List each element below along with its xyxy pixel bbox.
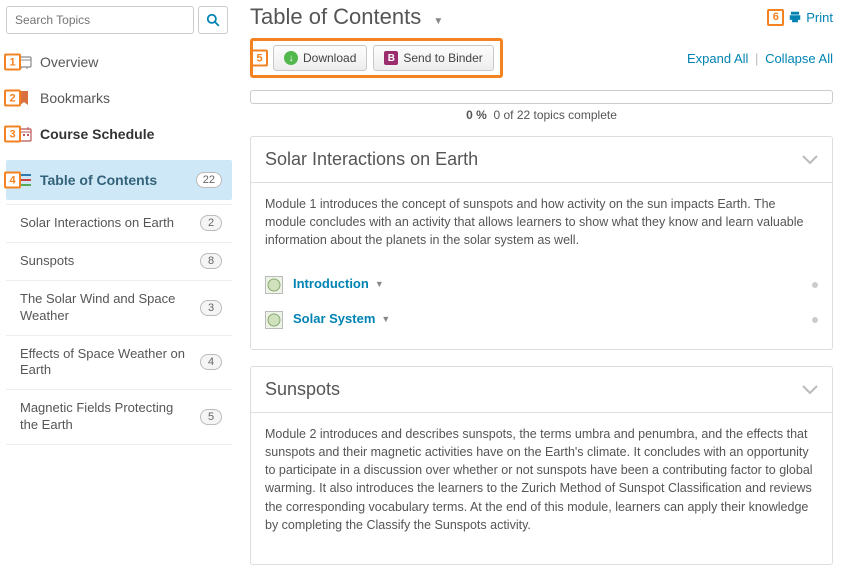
topic-row[interactable]: Introduction ▼	[265, 267, 818, 302]
callout-4: 4	[4, 172, 21, 189]
toc-list: Solar Interactions on Earth2 Sunspots8 T…	[6, 204, 232, 445]
main-content: Table of Contents ▼ 6 Print 5 ↓ Download	[232, 0, 843, 581]
page-icon	[265, 311, 283, 329]
toc-item[interactable]: Solar Interactions on Earth2	[6, 204, 232, 243]
sidebar: 1 Overview 2 Bookmarks 3 Course Schedule…	[0, 0, 232, 581]
page-icon	[265, 276, 283, 294]
nav-toc[interactable]: 4 Table of Contents 22	[6, 160, 232, 200]
print-button[interactable]: Print	[788, 10, 833, 25]
expand-all-link[interactable]: Expand All	[687, 51, 748, 66]
nav-overview[interactable]: 1 Overview	[6, 44, 232, 80]
search-icon	[206, 13, 220, 27]
toc-item[interactable]: The Solar Wind and Space Weather3	[6, 281, 232, 336]
module-title[interactable]: Solar Interactions on Earth	[265, 149, 478, 170]
nav-bookmarks[interactable]: 2 Bookmarks	[6, 80, 232, 116]
toc-item[interactable]: Effects of Space Weather on Earth4	[6, 336, 232, 391]
topic-row[interactable]: Solar System ▼	[265, 302, 818, 337]
status-dot	[812, 317, 818, 323]
callout-2: 2	[4, 90, 21, 107]
callout-6: 6	[767, 9, 784, 26]
callout-5: 5	[251, 50, 268, 67]
print-icon	[788, 10, 802, 24]
search-button[interactable]	[198, 6, 228, 34]
callout-3: 3	[4, 126, 21, 143]
topic-link[interactable]: Solar System	[293, 310, 375, 329]
chevron-down-icon: ▼	[433, 16, 443, 27]
collapse-icon[interactable]	[802, 155, 818, 165]
nav-schedule-label: Course Schedule	[40, 126, 154, 142]
progress-text: 0 % 0 of 22 topics complete	[250, 108, 833, 122]
module-card: Solar Interactions on Earth Module 1 int…	[250, 136, 833, 350]
nav-toc-label: Table of Contents	[40, 172, 157, 188]
download-icon: ↓	[284, 51, 298, 65]
toc-count-badge: 22	[196, 172, 222, 188]
progress-bar	[250, 90, 833, 104]
module-card: Sunspots Module 2 introduces and describ…	[250, 366, 833, 565]
callout-1: 1	[4, 54, 21, 71]
status-dot	[812, 282, 818, 288]
module-description: Module 1 introduces the concept of sunsp…	[265, 195, 818, 249]
collapse-icon[interactable]	[802, 385, 818, 395]
toc-item[interactable]: Magnetic Fields Protecting the Earth5	[6, 390, 232, 445]
chevron-down-icon[interactable]: ▼	[375, 278, 384, 291]
module-title[interactable]: Sunspots	[265, 379, 340, 400]
send-to-binder-button[interactable]: B Send to Binder	[373, 45, 493, 71]
toc-item[interactable]: Sunspots8	[6, 243, 232, 281]
page-title[interactable]: Table of Contents ▼	[250, 4, 443, 30]
module-description: Module 2 introduces and describes sunspo…	[265, 425, 818, 534]
collapse-all-link[interactable]: Collapse All	[765, 51, 833, 66]
download-button[interactable]: ↓ Download	[273, 45, 367, 71]
action-box: 5 ↓ Download B Send to Binder	[250, 38, 503, 78]
chevron-down-icon[interactable]: ▼	[381, 313, 390, 326]
nav-bookmarks-label: Bookmarks	[40, 90, 110, 106]
binder-icon: B	[384, 51, 398, 65]
topic-link[interactable]: Introduction	[293, 275, 369, 294]
nav-overview-label: Overview	[40, 54, 98, 70]
search-input[interactable]	[6, 6, 194, 34]
nav-course-schedule[interactable]: 3 Course Schedule	[6, 116, 232, 152]
